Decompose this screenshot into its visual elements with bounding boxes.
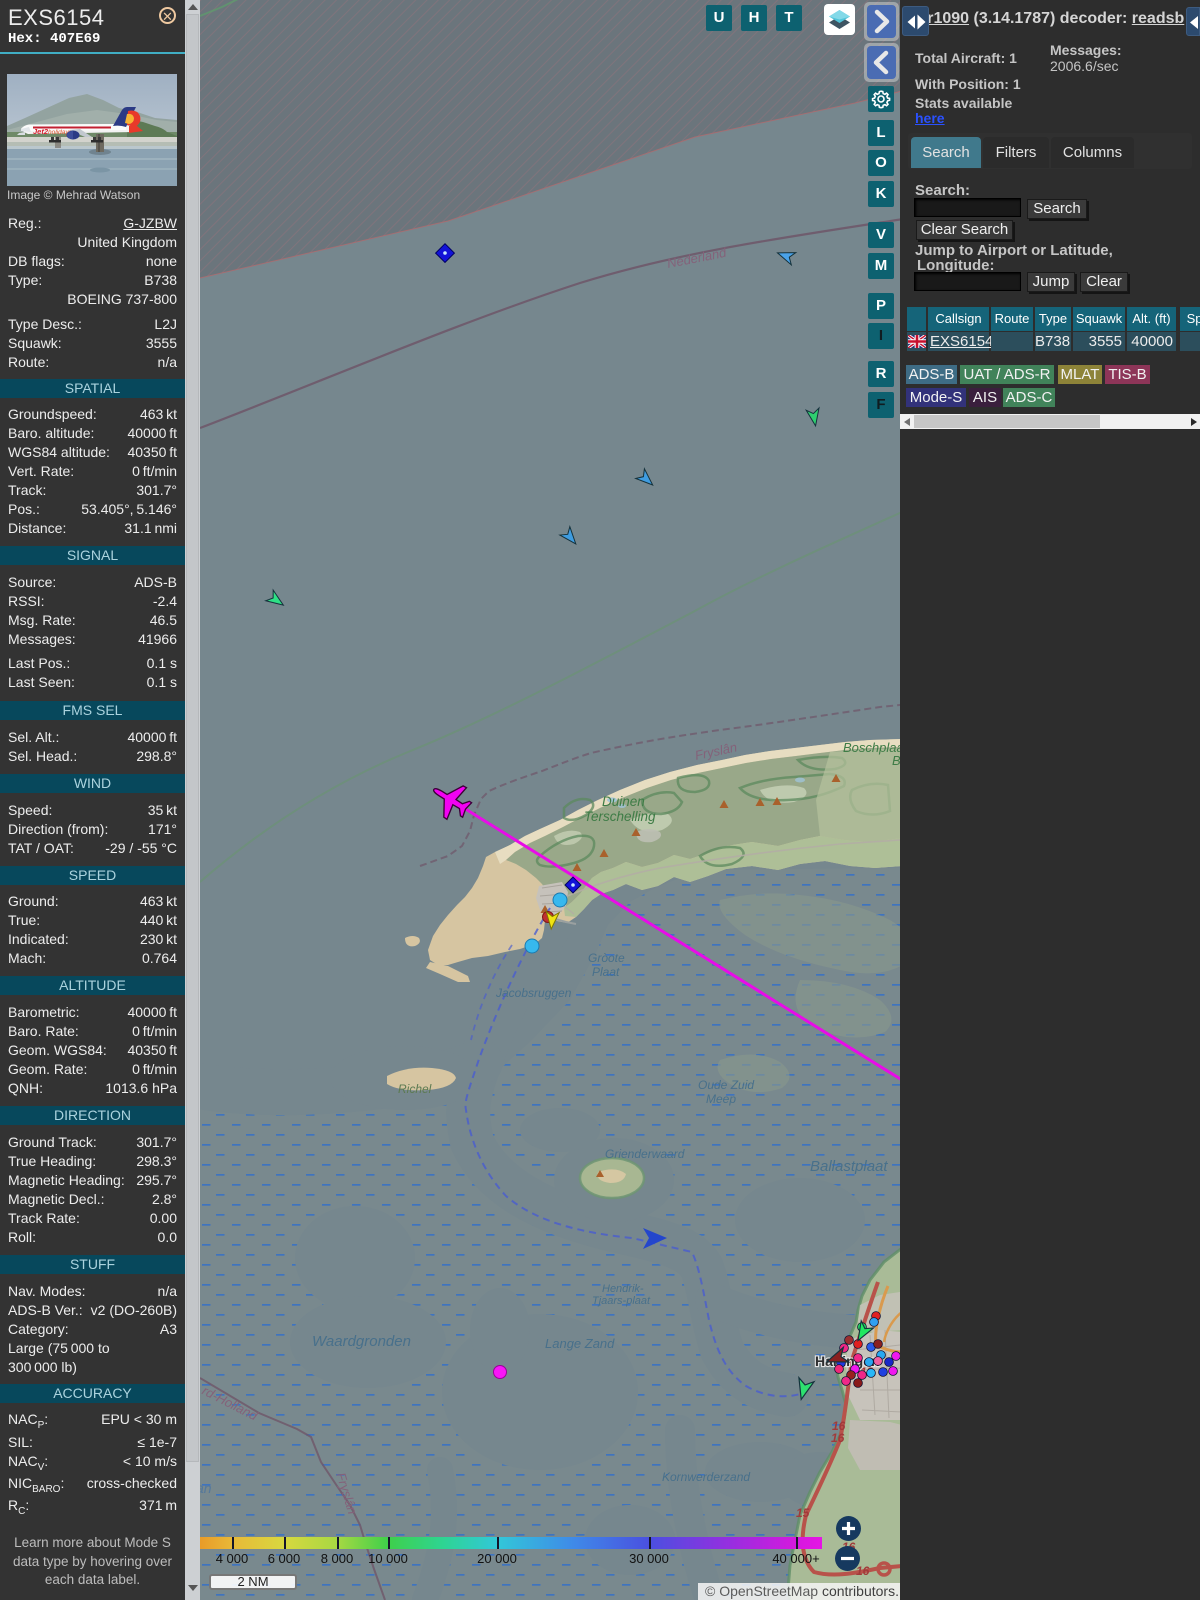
svg-text:Duinen: Duinen <box>602 794 645 809</box>
svg-text:Hendrik-: Hendrik- <box>602 1283 644 1295</box>
svg-text:Tjaars-plaat: Tjaars-plaat <box>592 1295 651 1307</box>
svg-text:Waardgronden: Waardgronden <box>312 1333 411 1350</box>
svg-text:Kornwerderzand: Kornwerderzand <box>662 1470 750 1484</box>
svg-text:Grienderwaard: Grienderwaard <box>605 1147 685 1161</box>
svg-text:an: an <box>200 1480 212 1496</box>
svg-text:Lange Zand: Lange Zand <box>545 1336 615 1351</box>
svg-text:Oude Zuid: Oude Zuid <box>698 1078 754 1092</box>
svg-text:15: 15 <box>796 1506 810 1520</box>
svg-text:16: 16 <box>831 1431 845 1445</box>
svg-text:Richel: Richel <box>398 1082 432 1096</box>
svg-text:Ballastplaat: Ballastplaat <box>810 1158 888 1175</box>
svg-text:Jet2: Jet2 <box>33 127 49 136</box>
svg-text:Meep: Meep <box>706 1092 736 1106</box>
svg-text:Terschelling: Terschelling <box>584 809 656 824</box>
svg-text:Gròote: Gròote <box>588 951 625 965</box>
svg-text:Jacobsruggen: Jacobsruggen <box>495 986 572 1000</box>
svg-text:Plaat: Plaat <box>592 965 620 979</box>
